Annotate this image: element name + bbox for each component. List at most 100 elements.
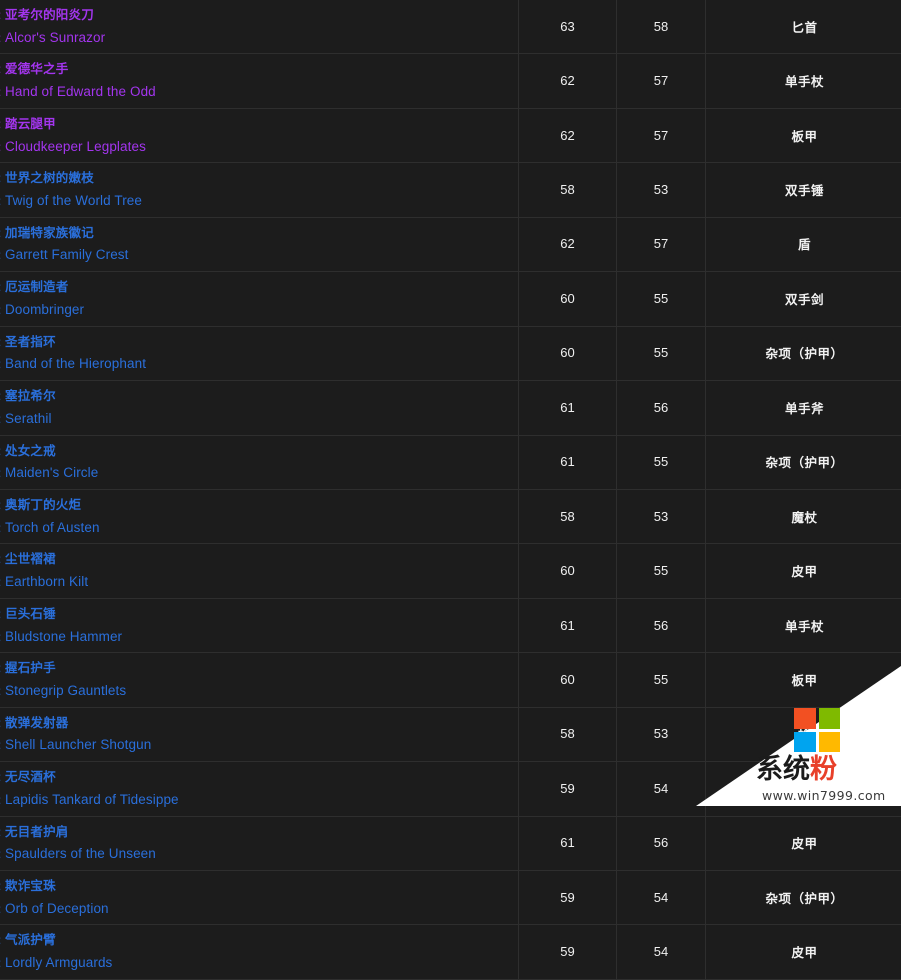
table-row[interactable]: :无目者护肩:Spaulders of the Unseen6156皮甲: [0, 816, 901, 870]
item-name-cell[interactable]: :塞拉希尔:Serathil: [0, 381, 519, 435]
item-name-cell[interactable]: :厄运制造者:Doombringer: [0, 272, 519, 326]
item-level-value: 61: [560, 835, 574, 850]
required-level-value: 54: [654, 890, 668, 905]
item-name-cell[interactable]: :欺诈宝珠:Orb of Deception: [0, 871, 519, 925]
item-type-value: 单手杖: [785, 75, 824, 89]
item-level-cell: 58: [519, 163, 617, 217]
required-level-value: 55: [654, 454, 668, 469]
bullet-marker: :: [0, 846, 5, 863]
table-row[interactable]: :踏云腿甲:Cloudkeeper Legplates62 57 板甲: [0, 108, 901, 162]
bullet-marker: :: [0, 193, 5, 210]
item-type-value: 板甲: [791, 130, 817, 144]
item-level-value: 59: [560, 781, 574, 796]
required-level-value: 53: [654, 182, 668, 197]
table-row[interactable]: :圣者指环:Band of the Hierophant6055杂项（护甲）: [0, 326, 901, 380]
required-level-cell: 54: [617, 871, 706, 925]
bullet-marker: :: [0, 824, 5, 841]
item-level-cell: 59: [519, 925, 617, 979]
item-name-cell[interactable]: :加瑞特家族徽记:Garrett Family Crest: [0, 217, 519, 271]
table-row[interactable]: :世界之树的嫩枝:Twig of the World Tree5853双手锤: [0, 163, 901, 217]
item-name-en: Orb of Deception: [5, 901, 109, 916]
item-level-value: 62: [560, 236, 574, 251]
bullet-marker: :: [0, 61, 5, 78]
item-type-cell: 皮甲: [706, 544, 901, 598]
item-name-zh: 圣者指环: [5, 335, 56, 349]
item-level-cell: 61: [519, 435, 617, 489]
required-level-value: 57: [654, 73, 668, 88]
required-level-value: 55: [654, 563, 668, 578]
item-level-cell: 59: [519, 871, 617, 925]
table-row[interactable]: :塞拉希尔:Serathil6156单手斧: [0, 381, 901, 435]
table-row[interactable]: :处女之戒:Maiden's Circle6155杂项（护甲）: [0, 435, 901, 489]
item-name-zh: 散弹发射器: [5, 716, 69, 730]
item-name-cell[interactable]: :尘世褶裙:Earthborn Kilt: [0, 544, 519, 598]
item-name-en: Maiden's Circle: [5, 465, 98, 480]
table-row[interactable]: :厄运制造者:Doombringer 60 55 双手剑: [0, 272, 901, 326]
item-name-cell[interactable]: :亚考尔的阳炎刀:Alcor's Sunrazor: [0, 0, 519, 54]
item-name-cell[interactable]: :气派护臂:Lordly Armguards: [0, 925, 519, 979]
required-level-value: 57: [654, 128, 668, 143]
item-name-cell[interactable]: :巨头石锤:Bludstone Hammer: [0, 598, 519, 652]
item-type-value: 单手杖: [785, 620, 824, 634]
required-level-cell: 54: [617, 925, 706, 979]
bullet-marker: :: [0, 7, 5, 24]
required-level-cell: 53: [617, 163, 706, 217]
bullet-marker: :: [0, 279, 5, 296]
item-level-value: 60: [560, 291, 574, 306]
table-row[interactable]: :欺诈宝珠:Orb of Deception5954杂项（护甲）: [0, 871, 901, 925]
table-row[interactable]: :散弹发射器:Shell Launcher Shotgun5853枪: [0, 707, 901, 761]
item-name-en: Lordly Armguards: [5, 955, 112, 970]
item-level-cell: 62: [519, 108, 617, 162]
bullet-marker: :: [0, 769, 5, 786]
item-level-value: 60: [560, 672, 574, 687]
item-name-cell[interactable]: :奥斯丁的火炬:Torch of Austen: [0, 489, 519, 543]
item-name-zh: 尘世褶裙: [5, 552, 56, 566]
required-level-cell: 56: [617, 381, 706, 435]
table-row[interactable]: :奥斯丁的火炬:Torch of Austen5853魔杖: [0, 489, 901, 543]
item-name-en: Bludstone Hammer: [5, 629, 122, 644]
required-level-cell: 57: [617, 217, 706, 271]
item-name-zh: 处女之戒: [5, 444, 56, 458]
required-level-cell: 55: [617, 272, 706, 326]
table-row[interactable]: :无尽酒杯:Lapidis Tankard of Tidesippe 59 54 杂项…: [0, 762, 901, 816]
table-row[interactable]: :亚考尔的阳炎刀:Alcor's Sunrazor6358匕首: [0, 0, 901, 54]
table-row[interactable]: :气派护臂:Lordly Armguards5954皮甲: [0, 925, 901, 979]
required-level-value: 55: [654, 291, 668, 306]
item-list-table: :亚考尔的阳炎刀:Alcor's Sunrazor6358匕首:爱德华之手:Ha…: [0, 0, 901, 980]
bullet-marker: :: [0, 574, 5, 591]
item-level-cell: 60: [519, 544, 617, 598]
item-name-cell[interactable]: :世界之树的嫩枝:Twig of the World Tree: [0, 163, 519, 217]
item-name-zh: 握石护手: [5, 661, 56, 675]
item-type-cell: 皮甲: [706, 925, 901, 979]
required-level-value: 55: [654, 672, 668, 687]
item-name-en: Hand of Edward the Odd: [5, 84, 156, 99]
bullet-marker: :: [0, 302, 5, 319]
item-name-cell[interactable]: :无尽酒杯:Lapidis Tankard of Tidesippe: [0, 762, 519, 816]
item-name-cell[interactable]: :踏云腿甲:Cloudkeeper Legplates: [0, 108, 519, 162]
item-type-value: 杂项（护甲）: [765, 783, 843, 797]
table-row[interactable]: :加瑞特家族徽记:Garrett Family Crest6257盾: [0, 217, 901, 271]
table-row[interactable]: :握石护手:Stonegrip Gauntlets6055板甲: [0, 653, 901, 707]
item-type-value: 双手剑: [785, 293, 824, 307]
item-name-cell[interactable]: :爱德华之手:Hand of Edward the Odd: [0, 54, 519, 108]
item-level-value: 60: [560, 563, 574, 578]
item-name-cell[interactable]: :握石护手:Stonegrip Gauntlets: [0, 653, 519, 707]
item-name-cell[interactable]: :处女之戒:Maiden's Circle: [0, 435, 519, 489]
table-row[interactable]: :巨头石锤:Bludstone Hammer6156单手杖: [0, 598, 901, 652]
bullet-marker: :: [0, 225, 5, 242]
bullet-marker: :: [0, 411, 5, 428]
item-name-cell[interactable]: :无目者护肩:Spaulders of the Unseen: [0, 816, 519, 870]
item-type-cell: 单手杖: [706, 54, 901, 108]
required-level-cell: 56: [617, 598, 706, 652]
item-level-value: 63: [560, 19, 574, 34]
item-name-en: Twig of the World Tree: [5, 193, 142, 208]
item-name-cell[interactable]: :散弹发射器:Shell Launcher Shotgun: [0, 707, 519, 761]
item-name-cell[interactable]: :圣者指环:Band of the Hierophant: [0, 326, 519, 380]
required-level-value: 56: [654, 618, 668, 633]
table-row[interactable]: :尘世褶裙:Earthborn Kilt 60 55 皮甲: [0, 544, 901, 598]
item-name-zh: 巨头石锤: [5, 607, 56, 621]
item-name-en: Lapidis Tankard of Tidesippe: [5, 792, 179, 807]
required-level-cell: 54: [617, 762, 706, 816]
table-row[interactable]: :爱德华之手:Hand of Edward the Odd6257单手杖: [0, 54, 901, 108]
bullet-marker: :: [0, 170, 5, 187]
